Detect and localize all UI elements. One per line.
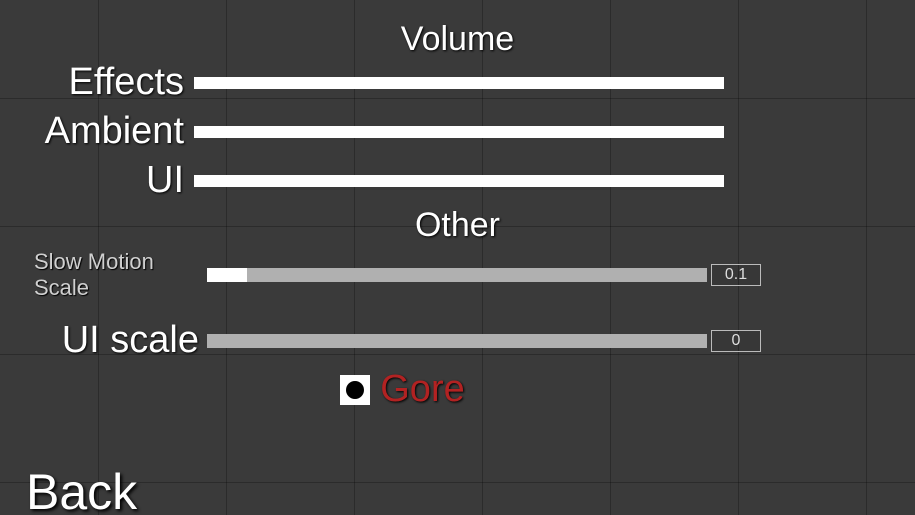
ui-volume-label: UI	[0, 159, 190, 202]
ui-scale-label: UI scale	[0, 319, 205, 362]
gore-checkbox[interactable]	[340, 375, 370, 405]
ui-volume-slider[interactable]	[194, 175, 724, 187]
slow-motion-slider[interactable]	[207, 268, 707, 282]
ambient-slider[interactable]	[194, 126, 724, 138]
slow-motion-label: Slow Motion Scale	[0, 249, 185, 301]
slow-motion-slider-fill	[207, 268, 247, 282]
other-heading: Other	[0, 206, 915, 245]
effects-label: Effects	[0, 61, 190, 104]
effects-slider-fill	[194, 77, 724, 89]
ambient-label: Ambient	[0, 110, 190, 153]
ui-scale-slider[interactable]	[207, 334, 707, 348]
ambient-slider-fill	[194, 126, 724, 138]
ui-volume-slider-fill	[194, 175, 724, 187]
volume-heading: Volume	[0, 20, 915, 59]
slow-motion-value[interactable]: 0.1	[711, 264, 761, 286]
gore-label: Gore	[380, 368, 464, 411]
ui-scale-value[interactable]: 0	[711, 330, 761, 352]
effects-slider[interactable]	[194, 77, 724, 89]
back-button[interactable]: Back	[26, 463, 137, 515]
checkmark-icon	[346, 381, 364, 399]
